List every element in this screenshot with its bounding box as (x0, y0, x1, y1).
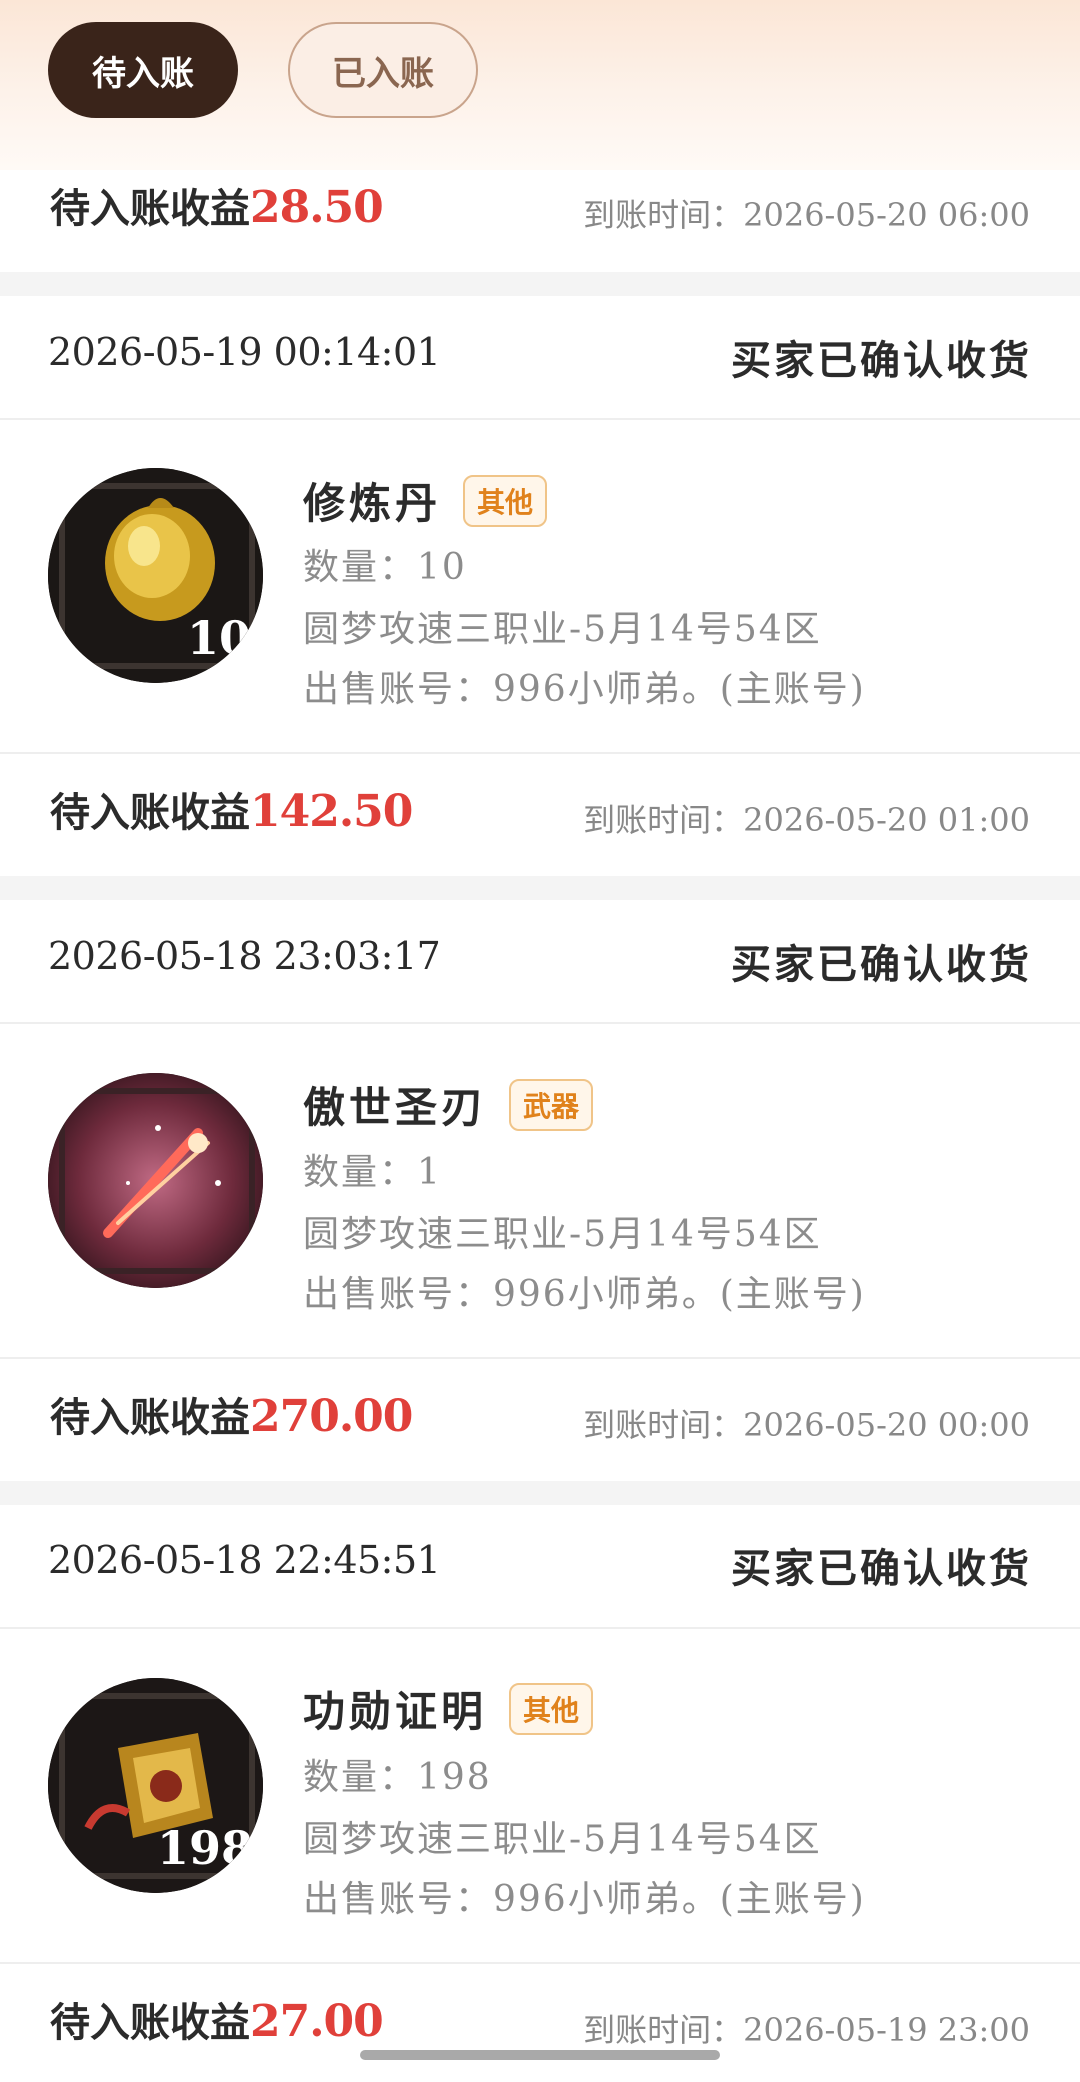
order-time: 2026-05-18 22:45:51 (48, 1538, 441, 1582)
item-account: 出售账号：996小师弟。(主账号) (303, 1274, 866, 1315)
sword-icon (48, 1073, 263, 1288)
earnings-value: 142.50 (250, 786, 413, 837)
tab-pending[interactable]: 待入账 (48, 22, 238, 118)
divider (0, 1357, 1080, 1359)
arrival-time: 到账时间：2026-05-19 23:00 (583, 2011, 1030, 2049)
order-status: 买家已确认收货 (731, 941, 1032, 988)
item-title-row: 修炼丹 其他 (303, 470, 548, 531)
earnings-label: 待入账收益28.50 (50, 182, 384, 233)
arrival-time: 到账时间：2026-05-20 06:00 (583, 196, 1030, 234)
category-tag: 其他 (463, 474, 548, 527)
item-account: 出售账号：996小师弟。(主账号) (303, 669, 866, 710)
section-separator (0, 876, 1080, 900)
item-stack-count: 198 (156, 1821, 253, 1875)
golden-pill-icon: 10 (48, 468, 263, 683)
item-title-row: 傲世圣刃 武器 (303, 1074, 594, 1135)
earnings-row: 待入账收益142.50 (50, 786, 413, 837)
item-name: 修炼丹 (303, 479, 442, 528)
item-stack-count: 10 (186, 611, 251, 665)
arrival-time: 到账时间：2026-05-20 00:00 (583, 1406, 1030, 1444)
earnings-value: 27.00 (250, 1996, 384, 2047)
section-separator (0, 1481, 1080, 1505)
item-title-row: 功勋证明 其他 (303, 1678, 594, 1739)
category-tag: 武器 (509, 1078, 594, 1131)
earnings-row: 待入账收益27.00 (50, 1996, 384, 2047)
divider (0, 1962, 1080, 1964)
divider (0, 1627, 1080, 1629)
arrival-time: 到账时间：2026-05-20 01:00 (583, 801, 1030, 839)
item-name: 傲世圣刃 (303, 1083, 488, 1132)
order-status: 买家已确认收货 (731, 337, 1032, 384)
item-quantity: 数量：1 (303, 1152, 442, 1193)
section-separator (0, 272, 1080, 296)
earnings-row: 待入账收益270.00 (50, 1391, 413, 1442)
divider (0, 418, 1080, 420)
divider (0, 1022, 1080, 1024)
medal-certificate-icon: 198 (48, 1678, 263, 1893)
item-name: 功勋证明 (303, 1687, 488, 1736)
item-quantity: 数量：10 (303, 547, 467, 588)
order-time: 2026-05-19 00:14:01 (48, 330, 441, 374)
order-time: 2026-05-18 23:03:17 (48, 934, 441, 978)
tab-settled[interactable]: 已入账 (288, 22, 478, 118)
category-tag: 其他 (509, 1682, 594, 1735)
item-server: 圆梦攻速三职业-5月14号54区 (303, 1819, 822, 1860)
order-status: 买家已确认收货 (731, 1545, 1032, 1592)
divider (0, 752, 1080, 754)
item-server: 圆梦攻速三职业-5月14号54区 (303, 609, 822, 650)
earnings-value: 28.50 (250, 182, 384, 233)
item-quantity: 数量：198 (303, 1757, 492, 1798)
earnings-value: 270.00 (250, 1391, 413, 1442)
item-server: 圆梦攻速三职业-5月14号54区 (303, 1214, 822, 1255)
home-indicator[interactable] (360, 2050, 720, 2060)
item-account: 出售账号：996小师弟。(主账号) (303, 1879, 866, 1920)
